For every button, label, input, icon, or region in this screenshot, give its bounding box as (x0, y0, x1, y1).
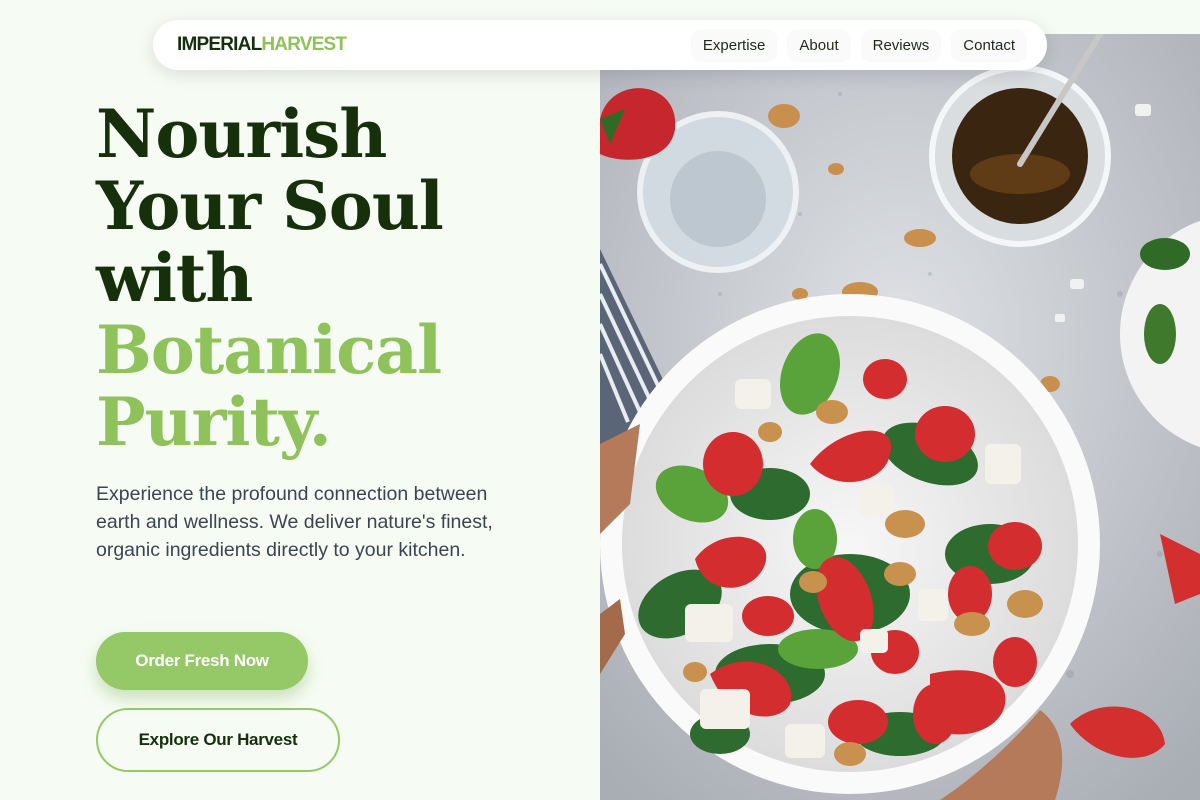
brand-logo[interactable]: IMPERIALHARVEST (177, 34, 347, 56)
nav-link-reviews[interactable]: Reviews (860, 28, 942, 62)
nav-link-contact[interactable]: Contact (951, 28, 1027, 62)
nav-links: Expertise About Reviews Contact (690, 28, 1027, 62)
brand-logo-part1: IMPERIAL (177, 34, 262, 55)
headline-line-5: Purity. (96, 383, 332, 461)
hero-headline: Nourish Your Soul with Botanical Purity. (96, 95, 444, 461)
nav-link-expertise[interactable]: Expertise (690, 28, 778, 62)
headline-line-4: Botanical (96, 311, 442, 389)
headline-line-2: Your Soul (96, 167, 444, 245)
headline-line-3: with (96, 239, 253, 317)
hero-salad-image (600, 34, 1200, 800)
headline-line-1: Nourish (96, 95, 387, 173)
top-navbar: IMPERIALHARVEST Expertise About Reviews … (153, 20, 1047, 70)
order-fresh-now-button[interactable]: Order Fresh Now (96, 632, 308, 690)
explore-harvest-button[interactable]: Explore Our Harvest (96, 708, 340, 772)
nav-link-about[interactable]: About (787, 28, 851, 62)
hero-description: Experience the profound connection betwe… (96, 483, 493, 561)
brand-logo-part2: HARVEST (261, 34, 347, 55)
